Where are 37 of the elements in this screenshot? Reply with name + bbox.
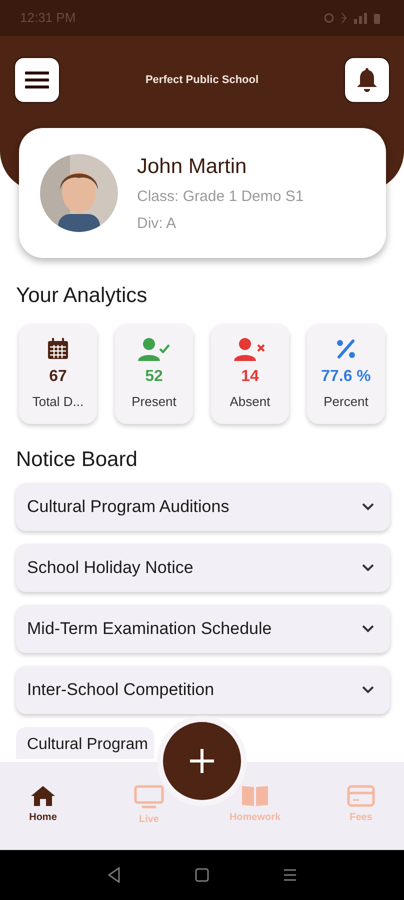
chevron-down-icon xyxy=(362,686,374,694)
card-icon xyxy=(347,785,375,807)
notice-item[interactable]: Inter-School Competition xyxy=(16,666,390,714)
section-title: Notice Board xyxy=(16,448,138,470)
book-icon xyxy=(241,785,269,807)
student-division: Div: A xyxy=(137,214,178,234)
notice-item[interactable]: Mid-Term Examination Schedule xyxy=(16,605,390,653)
notice-item[interactable]: School Holiday Notice xyxy=(16,544,390,592)
stat-value: 67 xyxy=(49,366,67,387)
stat-value: 14 xyxy=(241,366,259,387)
school-name: Perfect Public School xyxy=(145,72,259,88)
chevron-down-icon xyxy=(362,503,374,511)
nav-tab[interactable]: Home xyxy=(8,785,78,827)
home-square-icon[interactable] xyxy=(195,868,209,882)
stat-label: Absent xyxy=(230,392,270,411)
chevron-down-icon xyxy=(362,564,374,572)
student-name: John Martin xyxy=(137,154,248,180)
add-button[interactable] xyxy=(163,722,241,800)
stat-value: 77.6 % xyxy=(321,366,371,387)
menu-icon[interactable] xyxy=(283,868,297,882)
menu-button[interactable] xyxy=(14,57,60,103)
menu-icon xyxy=(25,71,49,89)
plus-icon xyxy=(189,748,215,774)
stat-value: 52 xyxy=(145,366,163,387)
back-icon[interactable] xyxy=(107,867,121,883)
section-title: Your Analytics xyxy=(16,284,148,307)
notice-item[interactable]: Cultural Program Auditions xyxy=(16,483,390,531)
student-class: Class: Grade 1 Demo S1 xyxy=(137,187,304,208)
stat-label: Total D... xyxy=(32,392,84,411)
home-icon xyxy=(30,785,56,807)
chevron-down-icon xyxy=(362,625,374,633)
stat-label: Percent xyxy=(324,392,368,411)
notification-button[interactable] xyxy=(344,57,390,103)
bell-icon xyxy=(355,67,379,93)
stat-label: Present xyxy=(132,392,176,411)
monitor-icon xyxy=(134,785,164,809)
notice-item[interactable]: Cultural Program xyxy=(16,727,154,759)
